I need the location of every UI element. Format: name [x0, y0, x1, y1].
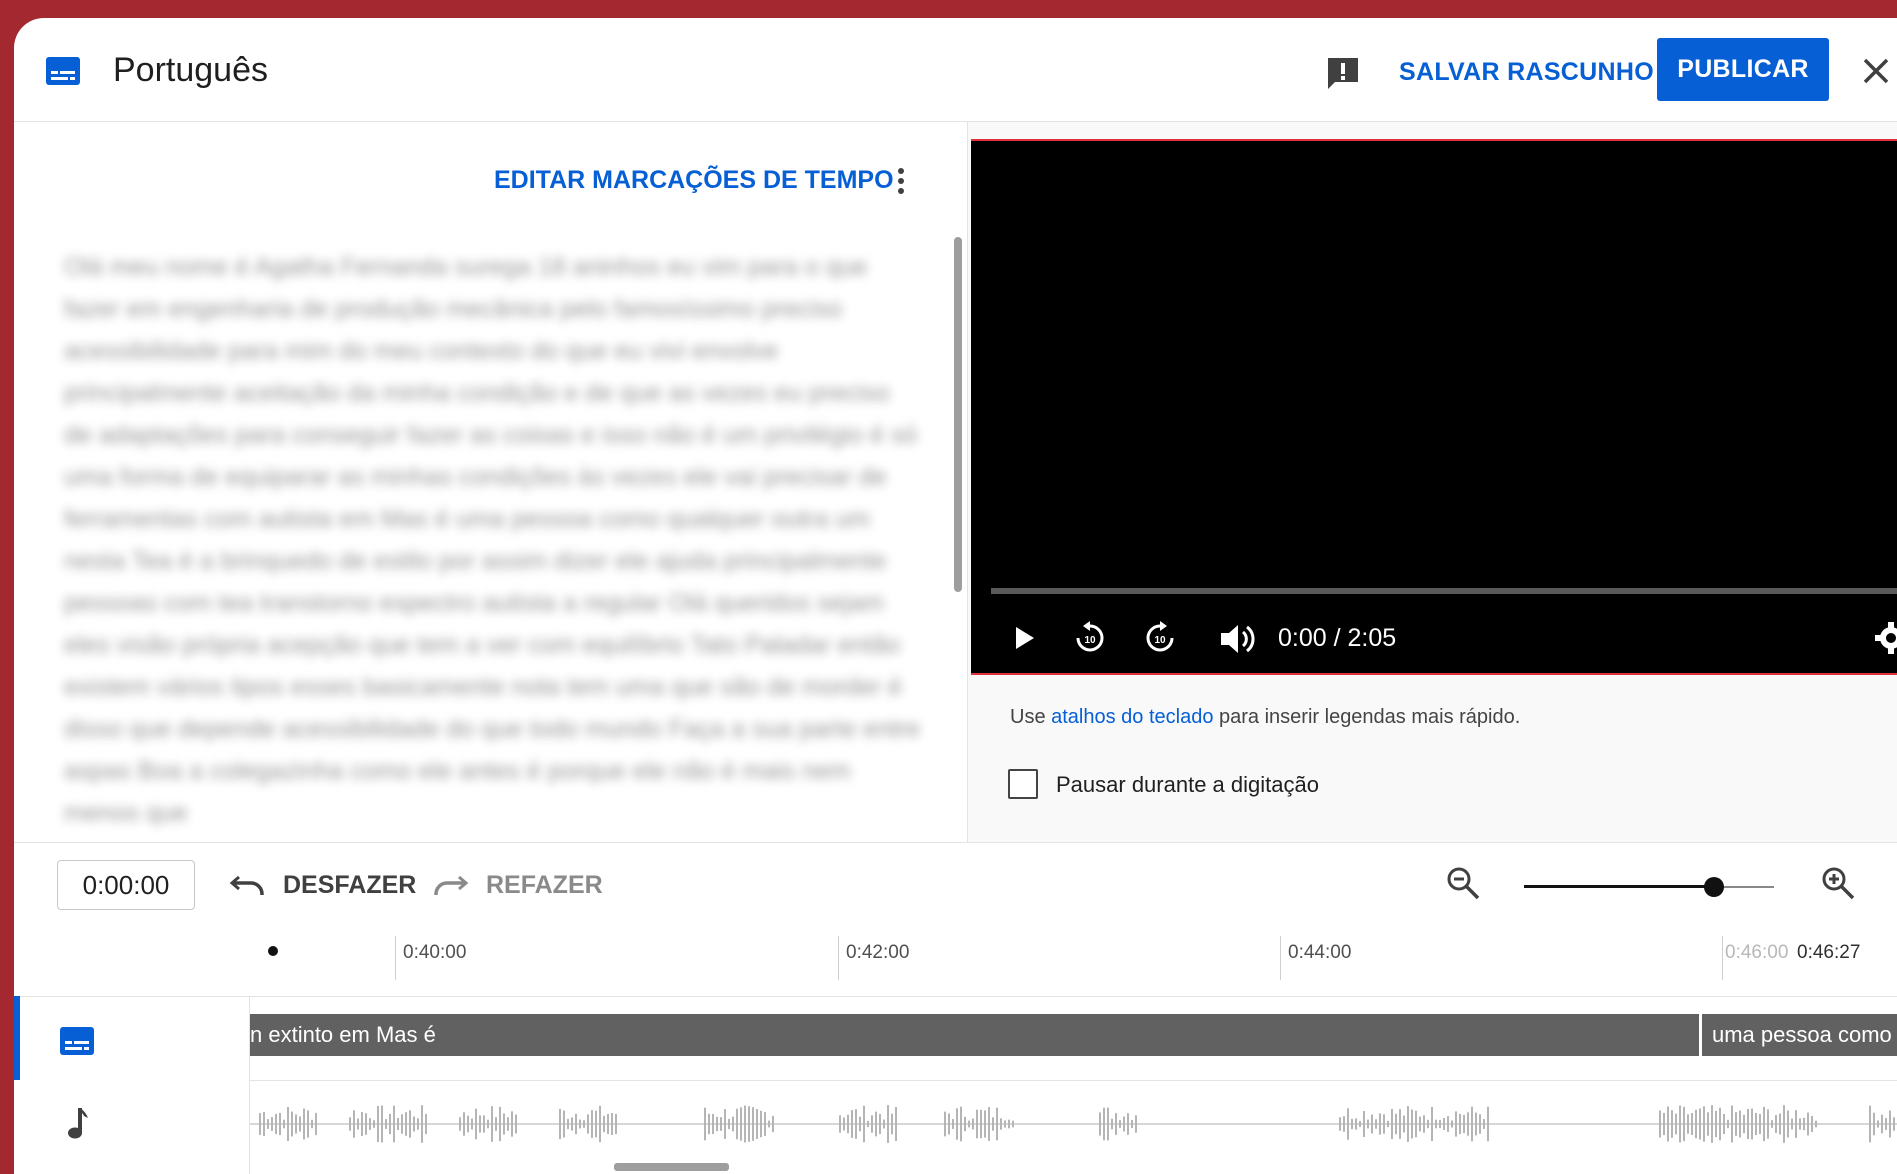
caption-track[interactable]: n extinto em Mas é uma pessoa como	[250, 996, 1897, 1081]
timeline-scrollbar[interactable]	[614, 1163, 729, 1171]
pause-while-typing-label: Pausar durante a digitação	[1056, 772, 1319, 797]
feedback-icon[interactable]	[1324, 55, 1362, 93]
keyboard-hint: Use atalhos do teclado para inserir lege…	[1010, 706, 1520, 729]
ruler-tick	[395, 936, 396, 980]
timeline-tracks: n extinto em Mas é uma pessoa como	[14, 996, 1897, 1174]
audio-waveform	[250, 1105, 1897, 1143]
caption-editor-dialog: Português SALVAR RASCUNHO PUBLICAR EDITA…	[14, 18, 1897, 1174]
keyboard-shortcuts-link[interactable]: atalhos do teclado	[1051, 706, 1213, 728]
timeline-ruler[interactable]: 0:40:00 0:42:00 0:44:00 0:46:00 0:46:27	[14, 936, 1897, 997]
more-vert-icon[interactable]	[891, 164, 911, 198]
music-note-icon	[68, 1108, 88, 1139]
zoom-in-icon[interactable]	[1820, 865, 1856, 901]
settings-gear-icon[interactable]	[1874, 621, 1897, 655]
edit-timings-button[interactable]: EDITAR MARCAÇÕES DE TEMPO	[494, 166, 894, 195]
ruler-end-time: 0:46:27	[1797, 942, 1861, 963]
ruler-label: 0:42:00	[846, 942, 910, 963]
save-draft-button[interactable]: SALVAR RASCUNHO	[1399, 58, 1654, 87]
zoom-slider-track-filled	[1524, 885, 1714, 888]
rewind-10-icon[interactable]: 10	[1071, 619, 1109, 657]
ruler-tick	[1280, 936, 1281, 980]
ruler-label: 0:40:00	[403, 942, 467, 963]
svg-text:10: 10	[1154, 635, 1166, 646]
hint-suffix: para inserir legendas mais rápido.	[1213, 706, 1521, 728]
redo-icon[interactable]	[431, 871, 469, 899]
track-sidebar	[14, 996, 250, 1174]
volume-icon[interactable]	[1218, 621, 1256, 657]
preview-panel: 10 10 0:00 / 2:05 Use atalhos do teclado…	[968, 122, 1897, 842]
undo-button[interactable]: DESFAZER	[283, 871, 416, 900]
zoom-slider[interactable]	[1524, 877, 1774, 897]
publish-button[interactable]: PUBLICAR	[1657, 38, 1829, 101]
zoom-slider-thumb[interactable]	[1704, 877, 1724, 897]
play-icon[interactable]	[1009, 623, 1039, 653]
zoom-out-icon[interactable]	[1445, 865, 1481, 901]
editor-header: Português SALVAR RASCUNHO PUBLICAR	[14, 18, 1897, 122]
ruler-label: 0:44:00	[1288, 942, 1352, 963]
caption-segment[interactable]: uma pessoa como	[1702, 1014, 1897, 1056]
subtitles-icon[interactable]	[59, 1026, 95, 1056]
forward-10-icon[interactable]: 10	[1141, 619, 1179, 657]
video-progress-bar[interactable]	[991, 588, 1897, 594]
subtitles-icon	[46, 57, 80, 85]
hint-prefix: Use	[1010, 706, 1052, 728]
caption-segment[interactable]: n extinto em Mas é	[250, 1014, 1699, 1056]
current-time-input[interactable]	[57, 860, 195, 910]
video-player[interactable]: 10 10 0:00 / 2:05	[971, 139, 1897, 675]
transcript-scrollbar[interactable]	[954, 237, 962, 592]
redo-button[interactable]: REFAZER	[486, 871, 603, 900]
pause-while-typing-checkbox[interactable]	[1008, 769, 1038, 799]
page-title: Português	[113, 51, 268, 89]
close-icon[interactable]	[1860, 55, 1892, 87]
undo-icon[interactable]	[229, 871, 267, 899]
video-time: 0:00 / 2:05	[1278, 624, 1397, 652]
ruler-tick	[1722, 936, 1723, 980]
transcript-panel: EDITAR MARCAÇÕES DE TEMPO Olá meu nome é…	[14, 122, 968, 842]
caption-track-selected-indicator	[14, 996, 20, 1080]
ruler-label: 0:46:00	[1725, 942, 1789, 963]
ruler-tick	[838, 936, 839, 980]
audio-waveform-track[interactable]	[250, 1082, 1897, 1166]
svg-text:10: 10	[1084, 635, 1096, 646]
transcript-textarea[interactable]: Olá meu nome é Agatha Fernanda surega 18…	[64, 246, 924, 826]
timeline-toolbar: DESFAZER REFAZER	[14, 842, 1897, 937]
playhead-marker[interactable]	[268, 946, 278, 956]
